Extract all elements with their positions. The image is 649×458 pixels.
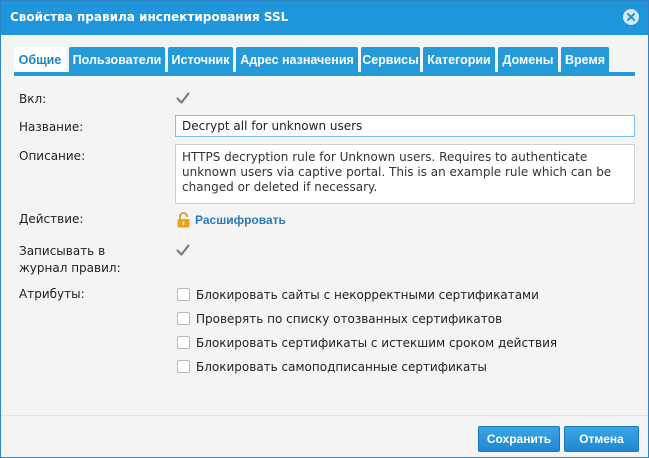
- action-value[interactable]: Расшифровать: [195, 211, 286, 229]
- tab-general[interactable]: Общие: [14, 47, 66, 75]
- attr-label: Блокировать самоподписанные сертификаты: [196, 360, 487, 374]
- attr-checkbox[interactable]: [177, 336, 190, 349]
- cancel-button[interactable]: Отмена: [564, 426, 639, 452]
- name-label: Название:: [19, 120, 84, 134]
- ssl-rule-properties-dialog: Свойства правила инспектирования SSL Общ…: [0, 0, 649, 458]
- attr-label: Блокировать сайты с некорректными сертиф…: [196, 288, 539, 302]
- footer-divider: [1, 415, 648, 416]
- tab-services[interactable]: Сервисы: [361, 47, 420, 73]
- dialog-titlebar[interactable]: Свойства правила инспектирования SSL: [1, 1, 648, 35]
- attributes-label: Атрибуты:: [19, 287, 85, 301]
- close-icon: [627, 13, 635, 21]
- tab-strip: [14, 72, 635, 76]
- tab-bar: Общие Пользователи Источник Адрес назнач…: [14, 47, 635, 75]
- close-button[interactable]: [623, 9, 639, 25]
- tab-destination[interactable]: Адрес назначения: [236, 47, 358, 73]
- attr-label: Проверять по списку отозванных сертифика…: [196, 312, 503, 326]
- log-label-line1: Записывать в: [19, 244, 106, 258]
- log-label-line2: журнал правил:: [19, 261, 121, 275]
- description-textarea[interactable]: HTTPS decryption rule for Unknown users.…: [175, 144, 635, 204]
- tab-users[interactable]: Пользователи: [69, 47, 165, 73]
- attr-label: Блокировать сертификаты с истекшим сроко…: [196, 336, 558, 350]
- name-input[interactable]: [175, 115, 635, 137]
- unlock-icon: [177, 212, 190, 228]
- tab-source[interactable]: Источник: [168, 47, 233, 73]
- dialog-title: Свойства правила инспектирования SSL: [10, 10, 289, 24]
- tab-time[interactable]: Время: [561, 47, 609, 73]
- save-button[interactable]: Сохранить: [478, 426, 560, 452]
- action-label: Действие:: [19, 212, 84, 226]
- log-checkbox[interactable]: [176, 243, 190, 257]
- attr-checkbox[interactable]: [177, 288, 190, 301]
- description-label: Описание:: [19, 149, 86, 163]
- tab-categories[interactable]: Категории: [423, 47, 495, 73]
- enabled-label: Вкл:: [19, 92, 47, 106]
- enabled-checkbox[interactable]: [176, 91, 190, 105]
- attr-checkbox[interactable]: [177, 360, 190, 373]
- tab-domains[interactable]: Домены: [498, 47, 558, 73]
- attr-checkbox[interactable]: [177, 312, 190, 325]
